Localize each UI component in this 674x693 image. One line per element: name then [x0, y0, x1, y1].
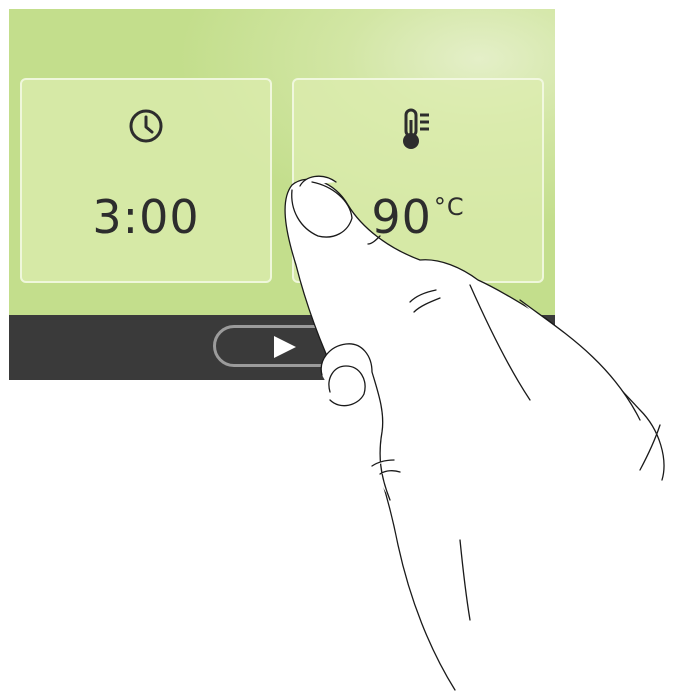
play-icon	[274, 336, 296, 358]
clock-icon	[126, 106, 166, 150]
oven-control-panel: 3:00 90°C	[9, 9, 555, 380]
temperature-unit: °C	[433, 193, 465, 221]
control-bar	[9, 315, 555, 380]
timer-value: 3:00	[92, 190, 200, 244]
temperature-display: 90°C	[294, 190, 542, 244]
timer-tile[interactable]: 3:00	[20, 78, 272, 283]
display-screen: 3:00 90°C	[9, 9, 555, 315]
play-button[interactable]	[213, 325, 345, 367]
thermometer-icon	[396, 106, 440, 158]
temperature-value: 90	[371, 190, 432, 244]
temperature-tile[interactable]: 90°C	[292, 78, 544, 283]
